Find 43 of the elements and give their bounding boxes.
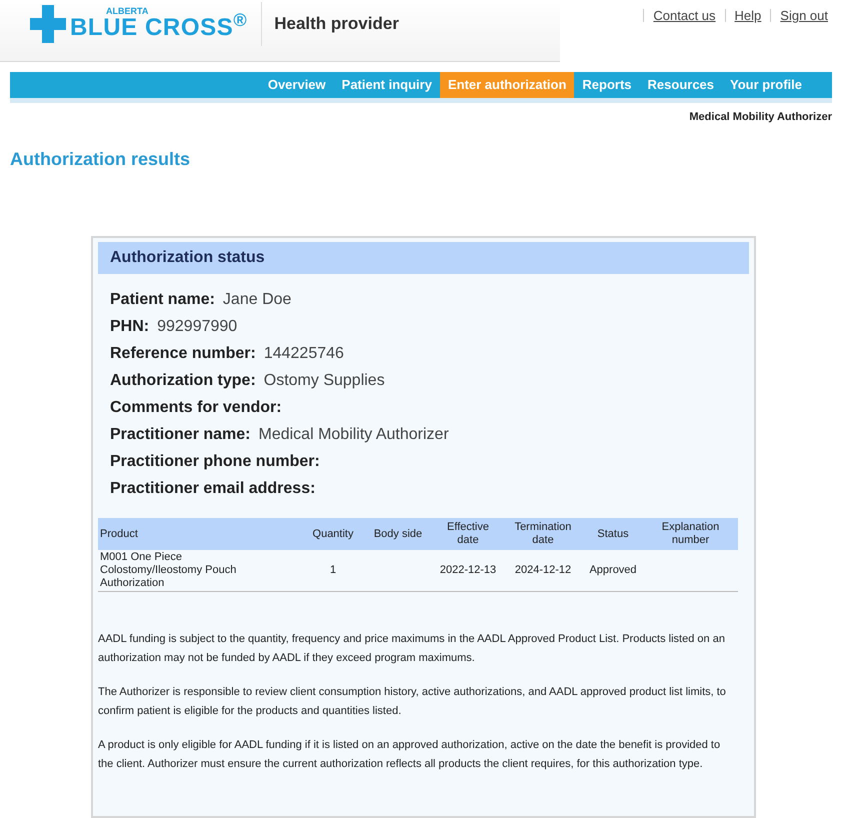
- table-cell: 2024-12-12: [514, 564, 572, 576]
- table-cell: M001 One Piece Colostomy/Ileostomy Pouch Authorization: [100, 551, 236, 589]
- field-value: Medical Mobility Authorizer: [258, 424, 449, 444]
- column-header: Quantity: [312, 528, 354, 540]
- field-value: 144225746: [264, 344, 344, 364]
- column-header: Product: [100, 528, 138, 540]
- nav-tab[interactable]: Reports: [574, 72, 640, 98]
- field-label: PHN:: [110, 316, 150, 336]
- field-label: Patient name:: [110, 290, 215, 310]
- column-header: Body side: [374, 528, 422, 540]
- field-label: Practitioner name:: [110, 424, 250, 444]
- column-header: Effective date: [447, 521, 489, 546]
- nav-tab[interactable]: Patient inquiry: [334, 72, 440, 98]
- field-label: Practitioner email address:: [110, 478, 316, 498]
- top-link[interactable]: Help: [734, 6, 762, 26]
- nav-tab[interactable]: Your profile: [722, 72, 810, 98]
- page-title: Authorization results: [10, 148, 192, 170]
- cross-icon: [30, 4, 66, 42]
- nav-tab[interactable]: Enter authorization: [440, 72, 574, 98]
- field-label: Authorization type:: [110, 370, 256, 390]
- user-name: Medical Mobility Authorizer: [689, 110, 832, 125]
- card-title: Authorization status: [110, 248, 265, 268]
- field-value: 992997990: [157, 316, 238, 336]
- table-cell: 2022-12-13: [440, 564, 496, 576]
- top-link[interactable]: Sign out: [780, 6, 828, 26]
- nav-tab[interactable]: Overview: [260, 72, 334, 98]
- nav-tab[interactable]: Resources: [640, 72, 722, 98]
- column-header: Explanation number: [662, 521, 720, 546]
- portal-title: Health provider: [274, 12, 399, 35]
- field-label: Reference number:: [110, 344, 256, 364]
- column-header: Termination date: [514, 521, 572, 546]
- column-header: Status: [597, 528, 629, 540]
- table-cell: Approved: [589, 564, 637, 576]
- field-value: Ostomy Supplies: [264, 370, 385, 390]
- logo-text: ALBERTA: [106, 7, 150, 16]
- note-paragraph: The Authorizer is responsible to review client consumption history, active authorizations, and AADL approved product list limits, to confirm patient is eligible for the products and quantities listed.: [98, 685, 727, 719]
- field-label: Comments for vendor:: [110, 398, 282, 418]
- note-paragraph: AADL funding is subject to the quantity, frequency and price maximums in the AADL Approved Product List. Products listed on an authorization may not be funded by AADL if they exceed program maximums.: [98, 632, 726, 666]
- field-label: Practitioner phone number:: [110, 452, 320, 472]
- note-paragraph: A product is only eligible for AADL funding if it is listed on an approved authorization, active on the date the benefit is provided to the client. Authorizer must ensure the current authorization reflects all products the client requires, for this authorization type.: [98, 738, 722, 772]
- field-value: Jane Doe: [222, 290, 292, 310]
- table-cell: 1: [330, 564, 336, 576]
- top-link[interactable]: Contact us: [653, 6, 716, 26]
